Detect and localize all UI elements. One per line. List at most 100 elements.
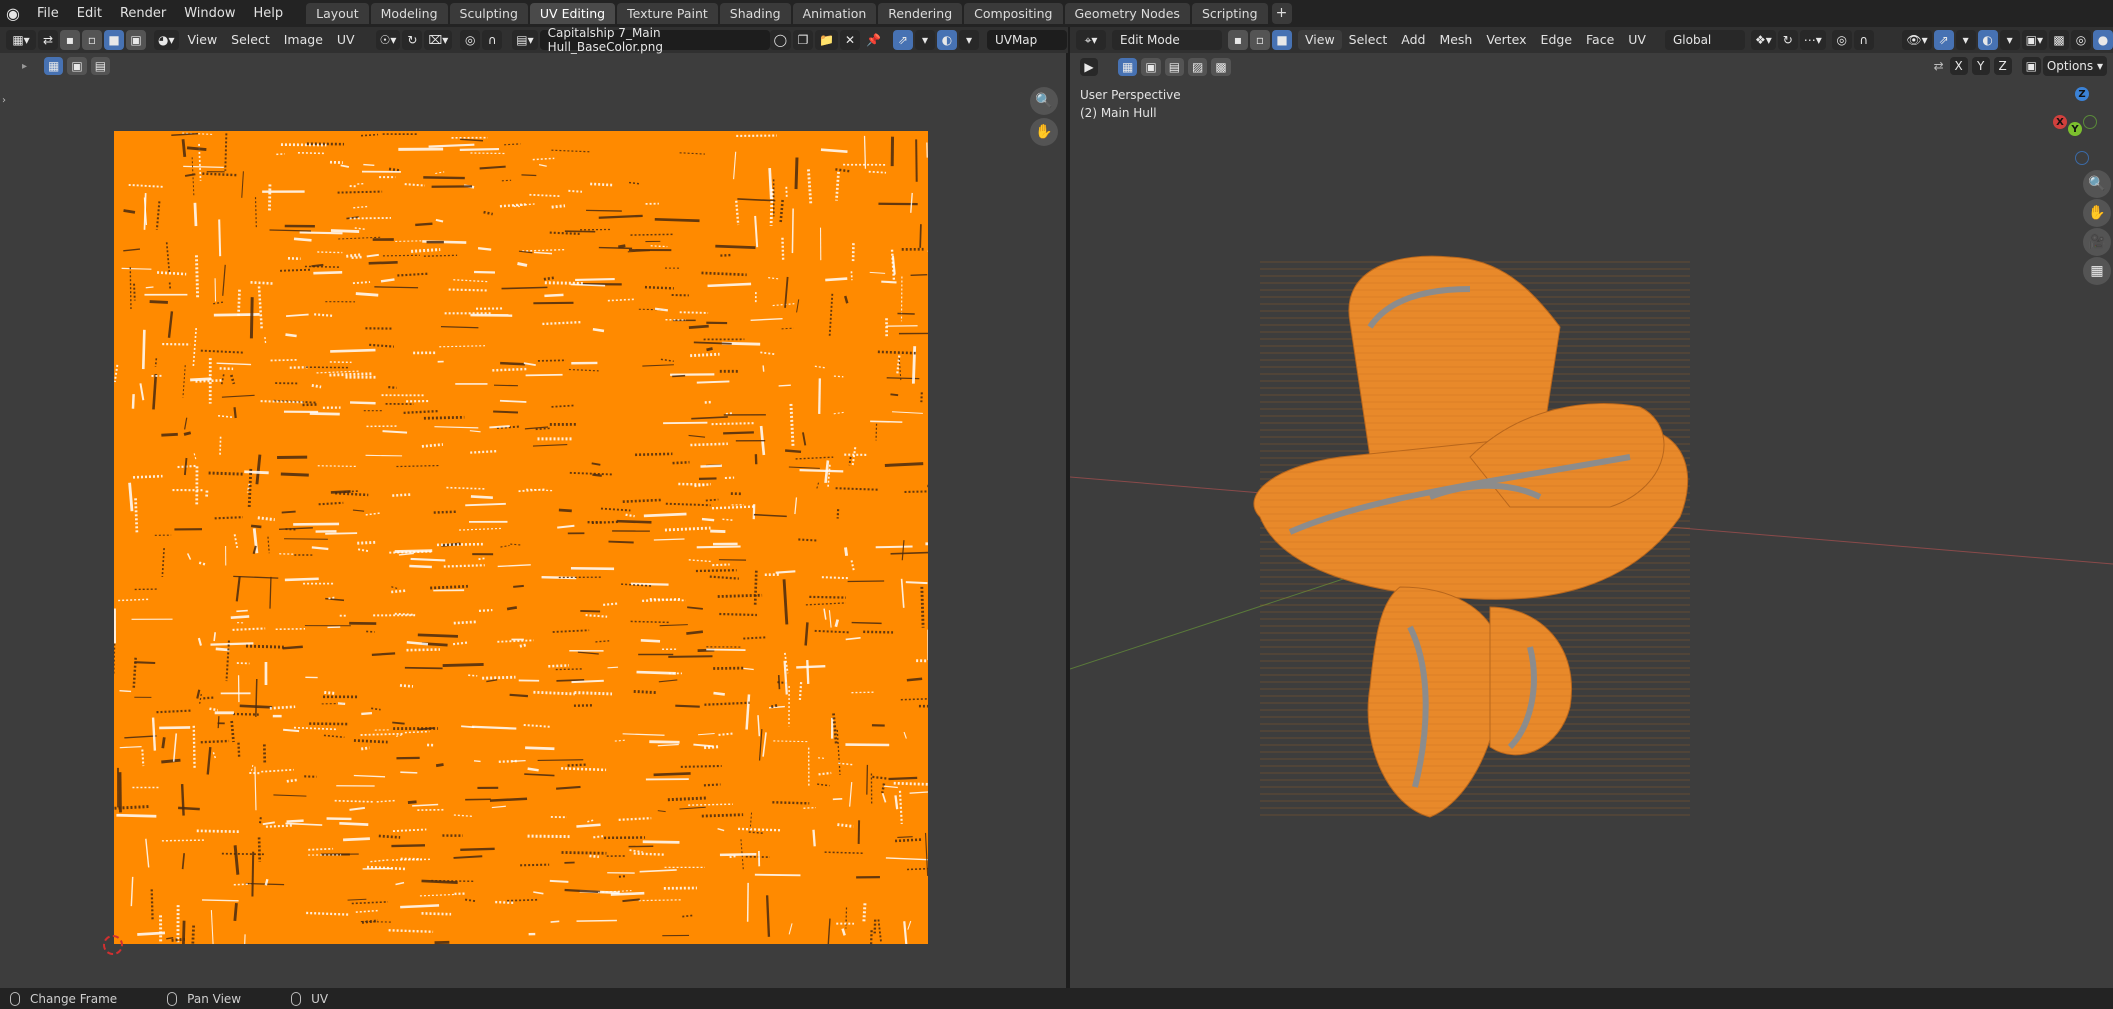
- overlay-toggle-icon[interactable]: ◐: [936, 30, 957, 50]
- viewport-menu-face[interactable]: Face: [1579, 27, 1621, 53]
- viewport-pan-icon[interactable]: ✋: [2083, 199, 2111, 227]
- image-browse-icon[interactable]: ▤▾: [512, 30, 538, 50]
- tab-layout[interactable]: Layout: [306, 3, 369, 24]
- transform-orientation-selector[interactable]: Global: [1664, 30, 1745, 50]
- toolbar-expand-icon[interactable]: ›: [2, 95, 6, 106]
- tab-uv-editing[interactable]: UV Editing: [529, 3, 616, 24]
- options-button[interactable]: Options ▾: [2042, 56, 2107, 76]
- editor-type-icon[interactable]: ▦▾: [6, 30, 36, 50]
- axis-z-icon[interactable]: Z: [2075, 87, 2089, 101]
- shading-wireframe-icon[interactable]: ◎: [2071, 30, 2091, 50]
- axis-x-icon[interactable]: X: [2053, 115, 2067, 129]
- pin-icon[interactable]: 📌: [862, 30, 885, 50]
- select-new-icon[interactable]: ▦: [44, 57, 64, 75]
- island-select-icon[interactable]: ▣: [126, 30, 146, 50]
- menu-window[interactable]: Window: [175, 0, 244, 27]
- mode-selector[interactable]: Edit Mode: [1112, 30, 1222, 50]
- 2d-cursor[interactable]: [103, 935, 123, 955]
- uv-texture-image[interactable]: [114, 131, 928, 944]
- tab-sculpting[interactable]: Sculpting: [449, 3, 528, 24]
- tool-settings-icon[interactable]: ▶: [1080, 58, 1098, 76]
- overlay-dropdown-icon[interactable]: ▾: [958, 30, 979, 50]
- mirror-z-button[interactable]: Z: [1993, 57, 2012, 75]
- sticky-select-icon[interactable]: ◕▾: [154, 30, 179, 50]
- mirror-y-button[interactable]: Y: [1971, 57, 1990, 75]
- tab-animation[interactable]: Animation: [792, 3, 877, 24]
- select-subtract-icon[interactable]: ▤: [90, 57, 111, 75]
- vertex-mode-icon[interactable]: ▪: [1228, 30, 1248, 50]
- uv-menu-image[interactable]: Image: [277, 27, 330, 53]
- viewport-snap-icon[interactable]: ↻: [1777, 30, 1798, 50]
- visibility-icon[interactable]: 👁▾: [1902, 30, 1932, 50]
- face-mode-icon[interactable]: ■: [1272, 30, 1292, 50]
- viewport-menu-add[interactable]: Add: [1394, 27, 1432, 53]
- viewport-editor-type-icon[interactable]: ⌖▾: [1076, 30, 1106, 50]
- viewport-falloff-icon[interactable]: ∩: [1853, 30, 1874, 50]
- open-image-icon[interactable]: 📁: [815, 30, 838, 50]
- unlink-image-icon[interactable]: ✕: [840, 30, 860, 50]
- viewport-menu-edge[interactable]: Edge: [1534, 27, 1579, 53]
- mesh-edit-overlay-icon[interactable]: ▣▾: [2021, 30, 2047, 50]
- camera-view-icon[interactable]: 🎥: [2083, 228, 2111, 256]
- pivot-icon[interactable]: ☉▾: [375, 30, 401, 50]
- axis-y-icon[interactable]: Y: [2068, 122, 2082, 136]
- select-extend-icon[interactable]: ▣: [67, 57, 87, 75]
- falloff-icon[interactable]: ∩: [482, 30, 503, 50]
- blender-logo-icon[interactable]: ◉: [0, 0, 26, 27]
- shading-solid-icon[interactable]: ●: [2093, 30, 2113, 50]
- uv-menu-select[interactable]: Select: [224, 27, 277, 53]
- viewport-select-new-icon[interactable]: ▦: [1118, 58, 1138, 76]
- axis-neg-y-icon[interactable]: [2083, 115, 2097, 129]
- gizmo-toggle-icon[interactable]: ⇗: [892, 30, 913, 50]
- viewport-menu-uv[interactable]: UV: [1621, 27, 1653, 53]
- tool-expand-icon[interactable]: ▸: [22, 61, 27, 72]
- uv-menu-view[interactable]: View: [181, 27, 225, 53]
- add-workspace-button[interactable]: +: [1271, 3, 1292, 24]
- gizmo-dropdown-icon[interactable]: ▾: [914, 30, 935, 50]
- tab-rendering[interactable]: Rendering: [878, 3, 963, 24]
- auto-merge-icon[interactable]: ▣: [2021, 57, 2041, 75]
- viewport-gizmo-icon[interactable]: ⇗: [1933, 30, 1954, 50]
- vertex-select-icon[interactable]: ▪: [60, 30, 80, 50]
- tab-modeling[interactable]: Modeling: [370, 3, 448, 24]
- snap-icon[interactable]: ↻: [402, 30, 423, 50]
- pan-hand-icon[interactable]: ✋: [1030, 118, 1058, 146]
- viewport-select-intersect-icon[interactable]: ▩: [1211, 58, 1231, 76]
- axis-neg-z-icon[interactable]: [2075, 151, 2089, 165]
- edge-mode-icon[interactable]: ▫: [1250, 30, 1270, 50]
- proportional-edit-icon[interactable]: ◎: [460, 30, 481, 50]
- ortho-toggle-icon[interactable]: ▦: [2083, 257, 2111, 285]
- tab-scripting[interactable]: Scripting: [1191, 3, 1268, 24]
- viewport-gizmo-dropdown-icon[interactable]: ▾: [1955, 30, 1976, 50]
- tab-geometry-nodes[interactable]: Geometry Nodes: [1064, 3, 1190, 24]
- snap-increment-icon[interactable]: ⋯▾: [1799, 30, 1826, 50]
- xray-icon[interactable]: ▩: [2049, 30, 2069, 50]
- snap-target-icon[interactable]: ⌧▾: [424, 30, 453, 50]
- viewport-menu-select[interactable]: Select: [1342, 27, 1395, 53]
- edge-select-icon[interactable]: ▫: [82, 30, 102, 50]
- image-name-field[interactable]: Capitalship 7_Main Hull_BaseColor.png: [539, 26, 770, 54]
- viewport-overlay-icon[interactable]: ◐: [1977, 30, 1998, 50]
- viewport-select-invert-icon[interactable]: ▨: [1188, 58, 1208, 76]
- tab-shading[interactable]: Shading: [719, 3, 791, 24]
- navigation-axis-gizmo[interactable]: Z X Y: [2023, 85, 2113, 175]
- viewport-menu-vertex[interactable]: Vertex: [1479, 27, 1533, 53]
- zoom-icon[interactable]: 🔍: [1030, 87, 1058, 115]
- menu-help[interactable]: Help: [245, 0, 293, 27]
- sync-selection-icon[interactable]: ⇄: [38, 30, 58, 50]
- menu-file[interactable]: File: [28, 0, 68, 27]
- new-image-icon[interactable]: ❐: [793, 30, 814, 50]
- mirror-x-button[interactable]: X: [1949, 57, 1968, 75]
- uv-menu-uv[interactable]: UV: [330, 27, 362, 53]
- viewport-proportional-icon[interactable]: ◎: [1831, 30, 1852, 50]
- viewport-select-subtract-icon[interactable]: ▤: [1164, 58, 1185, 76]
- viewport-overlay-dropdown-icon[interactable]: ▾: [1999, 30, 2020, 50]
- viewport-select-extend-icon[interactable]: ▣: [1141, 58, 1161, 76]
- menu-edit[interactable]: Edit: [68, 0, 111, 27]
- tab-texture-paint[interactable]: Texture Paint: [617, 3, 718, 24]
- menu-render[interactable]: Render: [111, 0, 175, 27]
- viewport-menu-view[interactable]: View: [1298, 30, 1342, 50]
- viewport-menu-mesh[interactable]: Mesh: [1432, 27, 1479, 53]
- viewport-zoom-icon[interactable]: 🔍: [2083, 170, 2111, 198]
- fake-user-icon[interactable]: ◯: [769, 30, 792, 50]
